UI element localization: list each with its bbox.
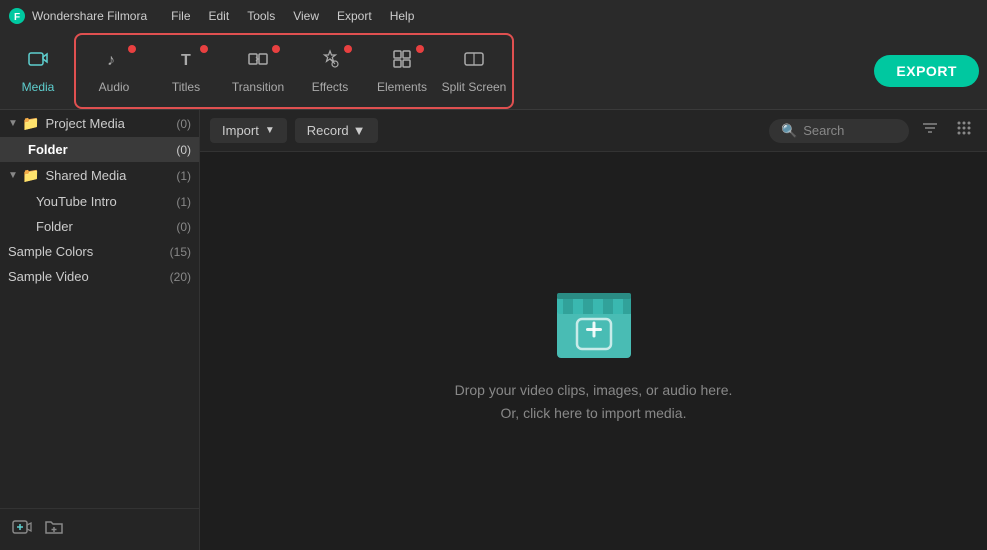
sample-video-label: Sample Video xyxy=(8,269,170,284)
titles-label: Titles xyxy=(172,80,200,94)
filmora-logo-icon: F xyxy=(8,7,26,25)
toolbar-media-button[interactable]: Media xyxy=(8,37,68,105)
drop-text-line2: Or, click here to import media. xyxy=(455,402,733,424)
titles-dot xyxy=(200,45,208,53)
drop-text-line1: Drop your video clips, images, or audio … xyxy=(455,379,733,401)
record-chevron: ▼ xyxy=(353,123,366,138)
project-media-count: (0) xyxy=(176,117,191,131)
effects-dot xyxy=(344,45,352,53)
menu-view[interactable]: View xyxy=(285,6,327,26)
audio-label: Audio xyxy=(99,80,130,94)
folder-count: (0) xyxy=(176,143,191,157)
menu-edit[interactable]: Edit xyxy=(201,6,238,26)
export-button[interactable]: EXPORT xyxy=(874,55,979,87)
shared-folder-label: Folder xyxy=(36,219,176,234)
folder-icon-project-media: 📁 xyxy=(22,115,39,132)
menu-file[interactable]: File xyxy=(163,6,198,26)
elements-dot xyxy=(416,45,424,53)
audio-icon: ♪ xyxy=(103,48,125,76)
audio-dot xyxy=(128,45,136,53)
import-label: Import xyxy=(222,123,259,138)
svg-text:T: T xyxy=(181,52,191,69)
sample-colors-count: (15) xyxy=(170,245,191,259)
menu-export[interactable]: Export xyxy=(329,6,380,26)
app-name: Wondershare Filmora xyxy=(32,9,147,23)
sample-video-count: (20) xyxy=(170,270,191,284)
sidebar-item-shared-media[interactable]: ▼ 📁 Shared Media (1) xyxy=(0,162,199,189)
sidebar-item-folder[interactable]: Folder (0) xyxy=(0,137,199,162)
toolbar-titles-button[interactable]: T Titles xyxy=(150,37,222,105)
grid-view-button[interactable] xyxy=(951,115,977,146)
sidebar-bottom-toolbar xyxy=(0,508,199,550)
add-media-icon[interactable] xyxy=(12,517,32,542)
toolbar-elements-button[interactable]: Elements xyxy=(366,37,438,105)
folder-label: Folder xyxy=(28,142,176,157)
expand-arrow-project-media: ▼ xyxy=(8,118,18,129)
sidebar: ▼ 📁 Project Media (0) Folder (0) ▼ 📁 Sha… xyxy=(0,110,200,550)
youtube-intro-count: (1) xyxy=(176,195,191,209)
splitscreen-icon xyxy=(463,48,485,76)
titles-icon: T xyxy=(175,48,197,76)
main-area: ▼ 📁 Project Media (0) Folder (0) ▼ 📁 Sha… xyxy=(0,110,987,550)
content-area: Import ▼ Record ▼ 🔍 xyxy=(200,110,987,550)
sidebar-item-project-media[interactable]: ▼ 📁 Project Media (0) xyxy=(0,110,199,137)
effects-icon xyxy=(319,48,341,76)
import-chevron: ▼ xyxy=(265,125,275,136)
transition-icon xyxy=(247,48,269,76)
search-box: 🔍 xyxy=(769,119,909,143)
transition-label: Transition xyxy=(232,80,284,94)
toolbar-transition-button[interactable]: Transition xyxy=(222,37,294,105)
sidebar-item-shared-folder[interactable]: Folder (0) xyxy=(0,214,199,239)
media-label: Media xyxy=(22,80,55,94)
toolbar-splitscreen-button[interactable]: Split Screen xyxy=(438,37,510,105)
toolbar: Media ♪ Audio T Titles xyxy=(0,32,987,110)
menu-help[interactable]: Help xyxy=(382,6,423,26)
media-icon xyxy=(27,48,49,76)
shared-media-count: (1) xyxy=(176,169,191,183)
menu-bar: File Edit Tools View Export Help xyxy=(163,6,422,26)
effects-label: Effects xyxy=(312,80,348,94)
content-toolbar: Import ▼ Record ▼ 🔍 xyxy=(200,110,987,152)
clapperboard-icon xyxy=(549,278,639,363)
new-folder-icon[interactable] xyxy=(44,517,64,542)
splitscreen-label: Split Screen xyxy=(442,80,507,94)
search-input[interactable] xyxy=(803,123,893,138)
project-media-label: Project Media xyxy=(45,116,176,131)
toolbar-effects-button[interactable]: Effects xyxy=(294,37,366,105)
sample-colors-label: Sample Colors xyxy=(8,244,170,259)
folder-icon-shared-media: 📁 xyxy=(22,167,39,184)
app-logo: F Wondershare Filmora xyxy=(8,7,147,25)
sidebar-item-sample-colors[interactable]: Sample Colors (15) xyxy=(0,239,199,264)
drop-zone-text: Drop your video clips, images, or audio … xyxy=(455,379,733,424)
drop-zone[interactable]: Drop your video clips, images, or audio … xyxy=(200,152,987,550)
import-button[interactable]: Import ▼ xyxy=(210,118,287,143)
title-bar: F Wondershare Filmora File Edit Tools Vi… xyxy=(0,0,987,32)
record-label: Record xyxy=(307,123,349,138)
shared-media-label: Shared Media xyxy=(45,168,176,183)
elements-icon xyxy=(391,48,413,76)
menu-tools[interactable]: Tools xyxy=(239,6,283,26)
youtube-intro-label: YouTube Intro xyxy=(36,194,176,209)
shared-folder-count: (0) xyxy=(176,220,191,234)
svg-text:♪: ♪ xyxy=(107,52,115,69)
toolbar-audio-button[interactable]: ♪ Audio xyxy=(78,37,150,105)
expand-arrow-shared-media: ▼ xyxy=(8,170,18,181)
toolbar-group: ♪ Audio T Titles xyxy=(74,33,514,109)
elements-label: Elements xyxy=(377,80,427,94)
svg-text:F: F xyxy=(14,12,20,23)
sidebar-item-sample-video[interactable]: Sample Video (20) xyxy=(0,264,199,289)
transition-dot xyxy=(272,45,280,53)
record-button[interactable]: Record ▼ xyxy=(295,118,378,143)
search-icon: 🔍 xyxy=(781,123,797,139)
filter-button[interactable] xyxy=(917,115,943,146)
sidebar-item-youtube-intro[interactable]: YouTube Intro (1) xyxy=(0,189,199,214)
